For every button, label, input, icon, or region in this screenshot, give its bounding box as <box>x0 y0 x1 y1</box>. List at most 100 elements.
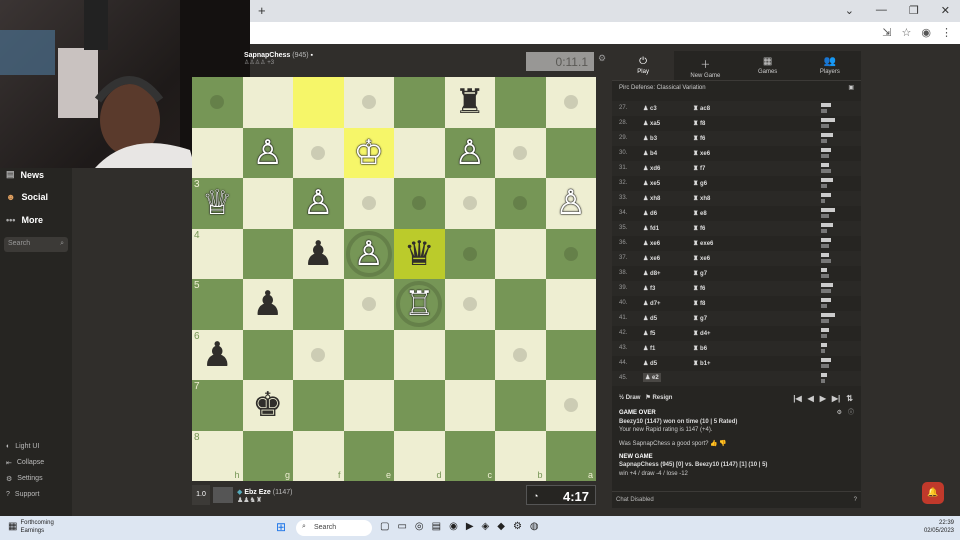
thumbs-up-icon[interactable]: 👍 <box>710 441 717 447</box>
board-square[interactable] <box>495 329 546 380</box>
menu-icon[interactable]: ⋮ <box>941 26 952 39</box>
address-bar[interactable] <box>250 22 960 44</box>
white-move[interactable]: ♟ xa5 <box>643 120 660 127</box>
start-icon[interactable]: ⊞ <box>276 520 286 534</box>
chess-piece[interactable]: ♟ <box>202 338 232 372</box>
chevron-down-icon[interactable]: ⌄ <box>845 4 854 17</box>
board-square[interactable] <box>495 279 546 330</box>
black-move[interactable]: ♜ xe6 <box>693 150 710 157</box>
board-square[interactable] <box>394 178 445 229</box>
move-row[interactable]: 39. ♟ f3 ♜ f6 <box>612 281 861 296</box>
board-square[interactable] <box>545 329 596 380</box>
sidebar-item-social[interactable]: ☻ Social <box>6 192 48 202</box>
black-move[interactable]: ♜ xh8 <box>693 195 710 202</box>
move-row[interactable]: 37. ♟ xe6 ♜ xe6 <box>612 251 861 266</box>
move-row[interactable]: 34. ♟ d6 ♜ e8 <box>612 206 861 221</box>
board-square[interactable]: 3 ♕ <box>192 178 243 229</box>
move-hint-dot[interactable] <box>462 196 477 211</box>
chess-piece[interactable]: ♜ <box>455 85 485 119</box>
top-player-name[interactable]: SapnapChess <box>244 52 290 59</box>
move-row[interactable]: 32. ♟ xe5 ♜ g6 <box>612 176 861 191</box>
board-square[interactable] <box>495 127 546 178</box>
book-icon[interactable]: ▣ <box>848 84 854 91</box>
board-square[interactable]: g <box>242 430 293 481</box>
black-move[interactable]: ♜ f8 <box>693 120 705 127</box>
board-square[interactable] <box>495 77 546 128</box>
black-move[interactable]: ♜ f6 <box>693 135 705 142</box>
flip-board-icon[interactable]: ⇅ <box>846 394 853 403</box>
white-move[interactable]: ♟ xe6 <box>643 240 660 247</box>
move-hint-dot[interactable] <box>513 196 528 211</box>
board-square[interactable]: ♙ <box>545 178 596 229</box>
last-move-icon[interactable]: ▶| <box>832 394 840 403</box>
app-icon[interactable]: ◈ <box>482 521 490 532</box>
board-square[interactable]: 4 <box>192 228 243 279</box>
sidebar-settings[interactable]: ⚙ Settings <box>6 475 43 483</box>
black-move[interactable]: ♜ g6 <box>693 180 707 187</box>
info-icon[interactable]: ⓘ <box>848 409 854 418</box>
board-square[interactable]: a <box>545 430 596 481</box>
chess-piece[interactable]: ♖ <box>404 287 434 321</box>
board-square[interactable] <box>242 228 293 279</box>
white-move[interactable]: ♟ d5 <box>643 315 657 322</box>
chess-piece[interactable]: ♙ <box>354 237 384 271</box>
resign-button[interactable]: Resign <box>652 395 672 401</box>
black-move[interactable]: ♜ b1+ <box>693 360 711 367</box>
next-move-icon[interactable]: ▶ <box>820 394 826 403</box>
move-hint-dot[interactable] <box>462 246 477 261</box>
white-move[interactable]: ♟ fd1 <box>643 225 659 232</box>
black-move[interactable]: ♜ g7 <box>693 315 707 322</box>
board-square[interactable] <box>293 380 344 431</box>
white-move[interactable]: ♟ e2 <box>643 373 661 382</box>
move-hint-dot[interactable] <box>412 196 427 211</box>
board-square[interactable] <box>444 380 495 431</box>
board-square[interactable] <box>444 228 495 279</box>
board-square[interactable] <box>545 380 596 431</box>
board-square[interactable]: b <box>495 430 546 481</box>
board-square[interactable]: ♜ <box>444 77 495 128</box>
board-square[interactable] <box>192 77 243 128</box>
black-move[interactable]: ♜ g7 <box>693 270 707 277</box>
user-settings-icon[interactable]: ⚙ <box>837 409 842 418</box>
move-row[interactable]: 29. ♟ b3 ♜ f6 <box>612 131 861 146</box>
black-move[interactable]: ♜ b6 <box>693 345 707 352</box>
move-hint-dot[interactable] <box>361 95 376 110</box>
move-row[interactable]: 36. ♟ xe6 ♜ exe6 <box>612 236 861 251</box>
move-row[interactable]: 27. ♟ c3 ♜ ac8 <box>612 101 861 116</box>
board-square[interactable] <box>242 178 293 229</box>
move-hint-dot[interactable] <box>361 297 376 312</box>
board-square[interactable]: c <box>444 430 495 481</box>
sidebar-search-input[interactable]: Search ⌕ <box>4 237 68 252</box>
tab-players[interactable]: 👥 Players <box>799 51 861 80</box>
board-square[interactable]: f <box>293 430 344 481</box>
board-square[interactable] <box>192 127 243 178</box>
board-square[interactable] <box>545 279 596 330</box>
board-square[interactable] <box>343 380 394 431</box>
sidebar-item-more[interactable]: ••• More <box>6 215 43 225</box>
white-move[interactable]: ♟ c3 <box>643 105 657 112</box>
board-square[interactable] <box>293 279 344 330</box>
black-move[interactable]: ♜ xe6 <box>693 255 710 262</box>
move-hint-dot[interactable] <box>210 95 225 110</box>
board-square[interactable]: ♛ <box>394 228 445 279</box>
black-move[interactable]: ♜ e8 <box>693 210 707 217</box>
board-square[interactable]: ♔ <box>343 127 394 178</box>
move-row[interactable]: 44. ♟ d5 ♜ b1+ <box>612 356 861 371</box>
board-square[interactable] <box>343 329 394 380</box>
install-icon[interactable]: ⇲ <box>882 26 891 39</box>
move-row[interactable]: 45. ♟ e2 <box>612 371 861 386</box>
store-icon[interactable]: ▤ <box>432 521 441 532</box>
black-move[interactable]: ♜ f6 <box>693 225 705 232</box>
board-square[interactable] <box>394 380 445 431</box>
tab-play[interactable]: ⏻ Play <box>612 51 675 80</box>
board-square[interactable]: ♙ <box>444 127 495 178</box>
white-move[interactable]: ♟ b3 <box>643 135 657 142</box>
board-square[interactable]: ♙ <box>293 178 344 229</box>
move-row[interactable]: 35. ♟ fd1 ♜ f6 <box>612 221 861 236</box>
board-square[interactable] <box>394 77 445 128</box>
board-square[interactable]: ♟ <box>242 279 293 330</box>
move-hint-dot[interactable] <box>361 196 376 211</box>
avatar[interactable] <box>213 487 233 503</box>
black-move[interactable]: ♜ f8 <box>693 300 705 307</box>
chrome-icon[interactable]: ◉ <box>449 521 458 532</box>
